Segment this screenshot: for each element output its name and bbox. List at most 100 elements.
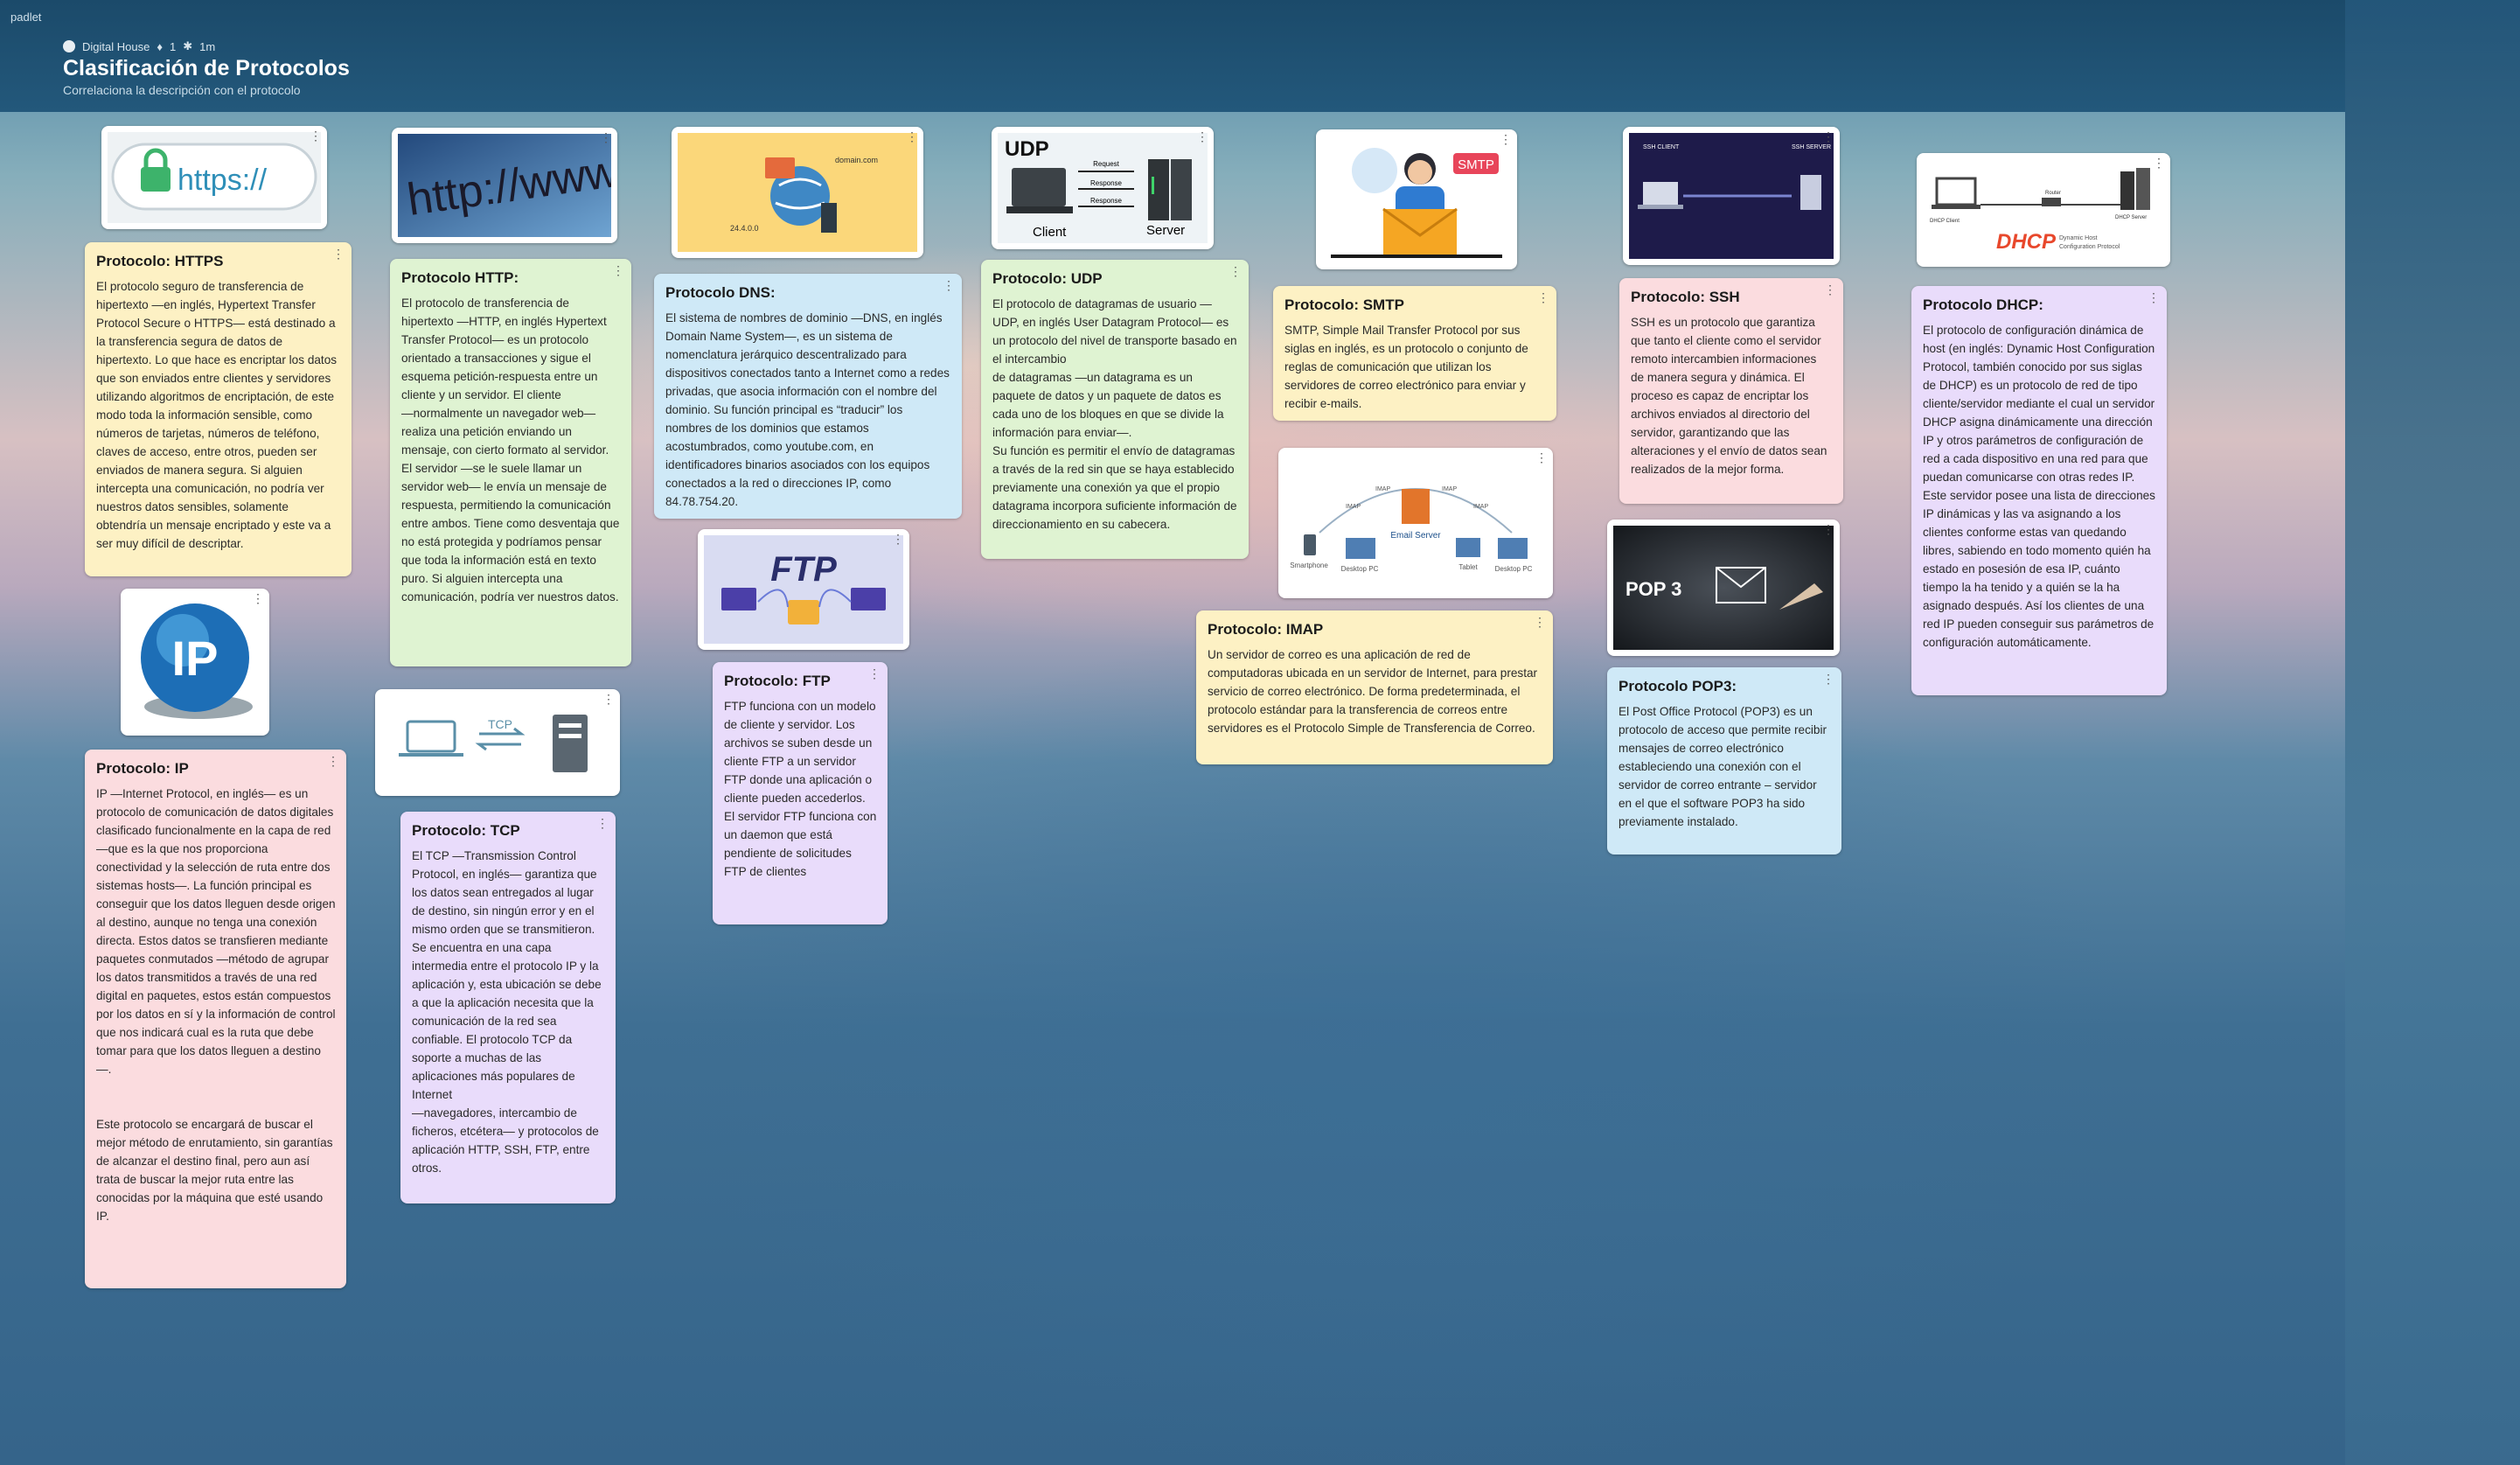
lock-icon <box>141 167 171 192</box>
svg-text:IMAP: IMAP <box>1473 504 1488 510</box>
svg-text:IP: IP <box>172 631 219 686</box>
more-menu-icon[interactable]: ⋮ <box>892 533 904 545</box>
more-menu-icon[interactable]: ⋮ <box>602 693 615 705</box>
svg-text:FTP: FTP <box>770 550 837 589</box>
post-title: Protocolo: SMTP <box>1284 296 1404 313</box>
post-card-pop3[interactable]: ⋮ Protocolo POP3: El Post Office Protoco… <box>1607 667 1841 855</box>
more-menu-icon[interactable]: ⋮ <box>2148 291 2160 303</box>
right-background-strip <box>2345 0 2520 1465</box>
smtp-image: SMTP <box>1322 136 1511 263</box>
more-menu-icon[interactable]: ⋮ <box>600 131 612 143</box>
svg-text:Router: Router <box>2045 191 2061 196</box>
svg-text:IMAP: IMAP <box>1375 486 1390 492</box>
svg-text:DHCP: DHCP <box>1996 230 2057 254</box>
https-image: https:// <box>108 132 321 223</box>
svg-text:DHCP Client: DHCP Client <box>1930 219 1960 224</box>
svg-text:SSH CLIENT: SSH CLIENT <box>1643 144 1680 150</box>
post-title: Protocolo: FTP <box>724 673 831 689</box>
svg-text:TCP: TCP <box>488 717 512 731</box>
more-menu-icon[interactable]: ⋮ <box>1229 265 1242 277</box>
more-menu-icon[interactable]: ⋮ <box>1534 616 1546 628</box>
post-body: El protocolo de datagramas de usuario —U… <box>992 297 1237 531</box>
more-menu-icon[interactable]: ⋮ <box>327 755 339 767</box>
ftp-image: FTP <box>704 535 903 644</box>
more-menu-icon[interactable]: ⋮ <box>310 129 322 142</box>
post-card-http[interactable]: ⋮ Protocolo HTTP: El protocolo de transf… <box>390 259 631 666</box>
http-image: http://www. <box>398 134 611 237</box>
dns-image: domain.com 24.4.0.0 <box>678 133 917 252</box>
post-card-tcp[interactable]: ⋮ Protocolo: TCP El TCP —Transmission Co… <box>400 812 616 1203</box>
more-menu-icon[interactable]: ⋮ <box>2153 157 2165 169</box>
board-meta: Digital House ♦ 1 ✱ 1m <box>63 39 215 53</box>
more-menu-icon[interactable]: ⋮ <box>332 248 345 260</box>
post-card-https[interactable]: ⋮ Protocolo: HTTPS El protocolo seguro d… <box>85 242 352 576</box>
svg-text:Desktop PC: Desktop PC <box>1495 565 1533 573</box>
svg-text:24.4.0.0: 24.4.0.0 <box>730 224 759 233</box>
svg-text:UDP: UDP <box>1005 137 1049 161</box>
post-title: Protocolo HTTP: <box>401 269 519 286</box>
post-title: Protocolo: UDP <box>992 270 1103 287</box>
image-card-udp[interactable]: UDP Request Response Response Client Ser… <box>992 127 1214 249</box>
image-card-imap[interactable]: Email Server Smartphone Desktop PC Table… <box>1278 448 1553 598</box>
image-card-dns[interactable]: domain.com 24.4.0.0 ⋮ <box>672 127 923 258</box>
post-body: IP —Internet Protocol, en inglés— es un … <box>96 787 336 1223</box>
more-menu-icon[interactable]: ⋮ <box>868 667 881 680</box>
more-menu-icon[interactable]: ⋮ <box>1196 130 1208 143</box>
more-menu-icon[interactable]: ⋮ <box>943 279 955 291</box>
post-card-smtp[interactable]: ⋮ Protocolo: SMTP SMTP, Simple Mail Tran… <box>1273 286 1556 421</box>
svg-text:Response: Response <box>1090 197 1123 205</box>
image-card-ip[interactable]: IP ⋮ <box>121 589 269 736</box>
board-age: 1m <box>199 39 216 53</box>
post-title: Protocolo: HTTPS <box>96 253 224 269</box>
post-card-ssh[interactable]: ⋮ Protocolo: SSH SSH es un protocolo que… <box>1619 278 1843 504</box>
post-card-ftp[interactable]: ⋮ Protocolo: FTP FTP funciona con un mod… <box>713 662 888 924</box>
image-card-dhcp[interactable]: DHCP Client DHCP Server Router DHCP Dyna… <box>1917 153 2170 267</box>
image-card-smtp[interactable]: SMTP ⋮ <box>1316 129 1517 269</box>
svg-text:Dynamic Host: Dynamic Host <box>2059 235 2098 241</box>
more-menu-icon[interactable]: ⋮ <box>1822 130 1834 143</box>
author-avatar[interactable] <box>63 40 75 52</box>
more-menu-icon[interactable]: ⋮ <box>596 817 609 829</box>
post-title: Protocolo: IP <box>96 760 189 777</box>
more-menu-icon[interactable]: ⋮ <box>906 130 918 143</box>
image-card-pop3[interactable]: POP 3 ⋮ <box>1607 520 1840 656</box>
ip-image: IP <box>127 595 263 729</box>
more-menu-icon[interactable]: ⋮ <box>1824 283 1836 296</box>
image-card-ssh[interactable]: SSH CLIENT SSH SERVER ⋮ <box>1623 127 1840 265</box>
svg-text:POP 3: POP 3 <box>1625 578 1681 600</box>
svg-text:DHCP Server: DHCP Server <box>2115 215 2147 220</box>
more-menu-icon[interactable]: ⋮ <box>1822 523 1834 535</box>
svg-text:Desktop PC: Desktop PC <box>1341 565 1379 573</box>
post-body: SMTP, Simple Mail Transfer Protocol por … <box>1284 324 1528 410</box>
padlet-brand[interactable]: padlet <box>10 10 41 24</box>
more-menu-icon[interactable]: ⋮ <box>1535 451 1548 464</box>
svg-text:IMAP: IMAP <box>1442 486 1457 492</box>
post-card-ip[interactable]: ⋮ Protocolo: IP IP —Internet Protocol, e… <box>85 750 346 1288</box>
tcp-image: TCP <box>381 695 614 790</box>
image-card-ftp[interactable]: FTP ⋮ <box>698 529 909 650</box>
image-card-http[interactable]: http://www. ⋮ <box>392 128 617 243</box>
svg-text:Request: Request <box>1093 160 1120 168</box>
more-menu-icon[interactable]: ⋮ <box>1537 291 1549 303</box>
post-card-dns[interactable]: ⋮ Protocolo DNS: El sistema de nombres d… <box>654 274 962 519</box>
more-menu-icon[interactable]: ⋮ <box>612 264 624 276</box>
post-title: Protocolo POP3: <box>1619 678 1737 694</box>
post-body: El protocolo seguro de transferencia de … <box>96 280 338 550</box>
post-body: El protocolo de configuración dinámica d… <box>1923 324 2155 649</box>
author-name[interactable]: Digital House <box>82 40 150 53</box>
more-menu-icon[interactable]: ⋮ <box>1822 673 1834 685</box>
image-card-tcp[interactable]: TCP ⋮ <box>375 689 620 796</box>
post-card-imap[interactable]: ⋮ Protocolo: IMAP Un servidor de correo … <box>1196 610 1553 764</box>
post-card-udp[interactable]: ⋮ Protocolo: UDP El protocolo de datagra… <box>981 260 1249 559</box>
post-card-dhcp[interactable]: ⋮ Protocolo DHCP: El protocolo de config… <box>1911 286 2167 695</box>
imap-image: Email Server Smartphone Desktop PC Table… <box>1284 454 1547 592</box>
image-card-https[interactable]: https:// ⋮ <box>101 126 327 229</box>
more-menu-icon[interactable]: ⋮ <box>252 592 264 604</box>
post-body: El protocolo de transferencia de hiperte… <box>401 296 620 603</box>
svg-text:Tablet: Tablet <box>1458 563 1478 571</box>
more-menu-icon[interactable]: ⋮ <box>1500 133 1512 145</box>
svg-text:SSH SERVER: SSH SERVER <box>1792 144 1831 150</box>
likes-count: 1 <box>169 39 177 53</box>
post-body: Un servidor de correo es una aplicación … <box>1208 648 1538 735</box>
post-title: Protocolo: TCP <box>412 822 520 839</box>
